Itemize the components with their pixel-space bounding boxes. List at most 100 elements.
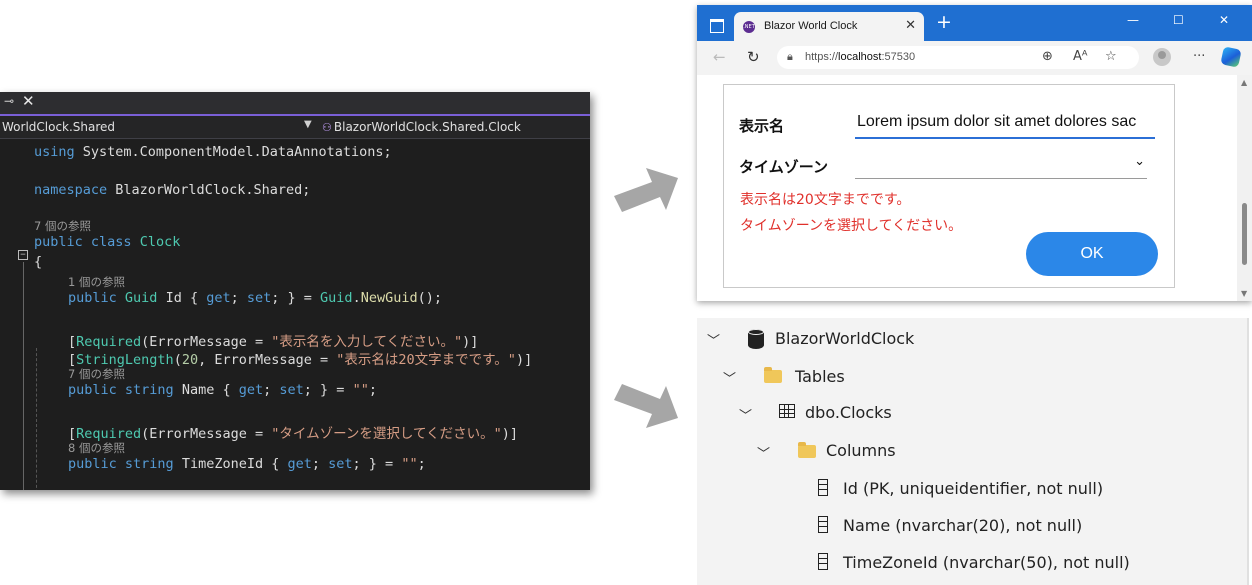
code-token: System.ComponentModel.DataAnnotations; bbox=[74, 144, 392, 160]
close-icon[interactable]: ✕ bbox=[905, 18, 916, 33]
tree-node-database[interactable]: BlazorWorldClock bbox=[775, 329, 914, 348]
code-lens-tz[interactable]: 8 個の参照 bbox=[68, 440, 125, 456]
collapse-icon[interactable]: − bbox=[18, 250, 28, 260]
code-token: ; } = bbox=[303, 382, 353, 398]
code-token: , ErrorMessage = bbox=[198, 352, 337, 368]
code-area[interactable]: − using System.ComponentModel.DataAnnota… bbox=[0, 140, 590, 490]
code-token: BlazorWorldClock.Shared; bbox=[107, 182, 311, 198]
tree-node-table[interactable]: dbo.Clocks bbox=[805, 403, 892, 422]
scrollbar-thumb[interactable] bbox=[1242, 203, 1247, 265]
scroll-down-icon[interactable]: ▼ bbox=[1241, 289, 1247, 298]
code-token: ; bbox=[230, 290, 247, 306]
tree-node-column[interactable]: Id (PK, uniqueidentifier, not null) bbox=[843, 479, 1103, 498]
code-token: "" bbox=[401, 456, 418, 472]
chevron-down-icon[interactable]: ﹀ bbox=[739, 405, 752, 424]
code-line-required-tz: [Required(ErrorMessage = "タイムゾーンを選択してくださ… bbox=[68, 422, 518, 442]
table-icon bbox=[779, 404, 795, 418]
favicon: .NET bbox=[743, 21, 755, 33]
url-scheme: https:// bbox=[805, 51, 839, 63]
column-icon bbox=[818, 479, 828, 496]
class-icon: ⚇ bbox=[322, 121, 332, 134]
zoom-icon[interactable]: ⊕ bbox=[1042, 49, 1053, 64]
lock-icon[interactable]: 🔒︎ bbox=[787, 50, 793, 64]
read-aloud-icon[interactable]: Aᴬ bbox=[1073, 49, 1088, 64]
code-line-required-name: [Required(ErrorMessage = "表示名を入力してください。"… bbox=[68, 330, 478, 350]
maximize-icon[interactable]: ☐ bbox=[1173, 13, 1184, 27]
minimize-icon[interactable]: — bbox=[1127, 13, 1139, 27]
code-line-class: public class Clock bbox=[34, 234, 180, 250]
tree-node-column[interactable]: TimeZoneId (nvarchar(50), not null) bbox=[843, 553, 1130, 572]
tree-node-columns[interactable]: Columns bbox=[826, 441, 896, 460]
more-icon[interactable]: ··· bbox=[1193, 49, 1205, 64]
timezone-label: タイムゾーン bbox=[739, 158, 828, 176]
timezone-select[interactable]: ⌄ bbox=[855, 150, 1147, 179]
browser-titlebar: .NET Blazor World Clock ✕ + — ☐ ✕ bbox=[697, 5, 1252, 41]
code-token: get bbox=[206, 290, 231, 306]
back-icon[interactable]: ← bbox=[713, 48, 726, 66]
code-token: Id { bbox=[157, 290, 207, 306]
window-icon[interactable] bbox=[710, 19, 724, 33]
code-lens-name[interactable]: 7 個の参照 bbox=[68, 366, 125, 382]
avatar[interactable] bbox=[1153, 48, 1171, 66]
code-token: Clock bbox=[139, 234, 181, 250]
plus-icon[interactable]: + bbox=[936, 11, 952, 33]
chevron-down-icon[interactable]: ﹀ bbox=[707, 330, 720, 349]
ok-button[interactable]: OK bbox=[1026, 232, 1158, 276]
browser-tab[interactable]: .NET Blazor World Clock ✕ bbox=[734, 12, 924, 41]
favorite-icon[interactable]: ☆ bbox=[1105, 49, 1117, 64]
close-icon[interactable]: ✕ bbox=[22, 92, 35, 110]
code-token: "タイムゾーンを選択してください。" bbox=[271, 426, 502, 442]
code-line-id: public Guid Id { get; set; } = Guid.NewG… bbox=[68, 290, 442, 306]
code-line-brace: { bbox=[34, 254, 43, 270]
code-token: ; bbox=[417, 456, 426, 472]
validation-message: タイムゾーンを選択してください。 bbox=[740, 218, 963, 234]
code-line-namespace: namespace BlazorWorldClock.Shared; bbox=[34, 182, 310, 198]
column-icon bbox=[818, 516, 828, 533]
url-port: :57530 bbox=[881, 51, 916, 63]
scrollbar[interactable]: ▲ ▼ bbox=[1237, 75, 1252, 301]
code-token: public bbox=[68, 382, 117, 398]
indent-guide bbox=[36, 348, 37, 490]
code-lens-class[interactable]: 7 個の参照 bbox=[34, 218, 91, 234]
code-lens-id[interactable]: 1 個の参照 bbox=[68, 274, 125, 290]
code-token: Guid bbox=[124, 290, 158, 306]
close-icon[interactable]: ✕ bbox=[1219, 13, 1229, 27]
page-viewport: 表示名 Lorem ipsum dolor sit amet dolores s… bbox=[697, 75, 1237, 301]
folder-icon bbox=[798, 442, 816, 458]
chevron-down-icon[interactable]: ▼ bbox=[304, 119, 312, 130]
type-combo-label: BlazorWorldClock.Shared.Clock bbox=[333, 120, 521, 134]
address-bar-row: ← ↻ 🔒︎ https://localhost:57530 ⊕ Aᴬ ☆ ··… bbox=[697, 41, 1252, 76]
project-combo[interactable]: WorldClock.Shared bbox=[2, 120, 115, 134]
scroll-up-icon[interactable]: ▲ bbox=[1241, 78, 1247, 87]
reload-icon[interactable]: ↻ bbox=[747, 48, 760, 66]
code-token: ; bbox=[311, 456, 329, 472]
code-token: ; bbox=[368, 382, 377, 398]
pin-icon[interactable]: ⊸ bbox=[4, 94, 14, 108]
code-token: "" bbox=[352, 382, 369, 398]
code-token: )] bbox=[515, 352, 533, 368]
code-editor[interactable]: ⊸ ✕ WorldClock.Shared ▼ ⚇ BlazorWorldCloc… bbox=[0, 92, 590, 490]
fold-guide bbox=[23, 262, 24, 490]
arrow-icon bbox=[614, 384, 678, 428]
code-token: TimeZoneId { bbox=[173, 456, 288, 472]
type-combo[interactable]: ⚇ BlazorWorldClock.Shared.Clock bbox=[322, 120, 521, 134]
url-text: https://localhost:57530 bbox=[805, 51, 915, 63]
clock-form: 表示名 Lorem ipsum dolor sit amet dolores s… bbox=[723, 84, 1175, 288]
code-token: (); bbox=[417, 290, 442, 306]
code-token: "表示名は20文字までです。" bbox=[336, 352, 516, 368]
arrow-icon bbox=[614, 168, 678, 212]
chevron-down-icon[interactable]: ﹀ bbox=[757, 443, 770, 462]
tree-node-tables[interactable]: Tables bbox=[795, 367, 845, 386]
code-token: 20 bbox=[181, 352, 199, 368]
chevron-down-icon[interactable]: ﹀ bbox=[723, 368, 736, 387]
code-token: public bbox=[68, 456, 117, 472]
tree-node-column[interactable]: Name (nvarchar(20), not null) bbox=[843, 516, 1082, 535]
name-input[interactable]: Lorem ipsum dolor sit amet dolores sac bbox=[855, 107, 1155, 139]
name-label: 表示名 bbox=[739, 117, 785, 135]
code-token: ; } = bbox=[352, 456, 402, 472]
copilot-icon[interactable] bbox=[1220, 46, 1242, 68]
code-line-using: using System.ComponentModel.DataAnnotati… bbox=[34, 144, 392, 160]
